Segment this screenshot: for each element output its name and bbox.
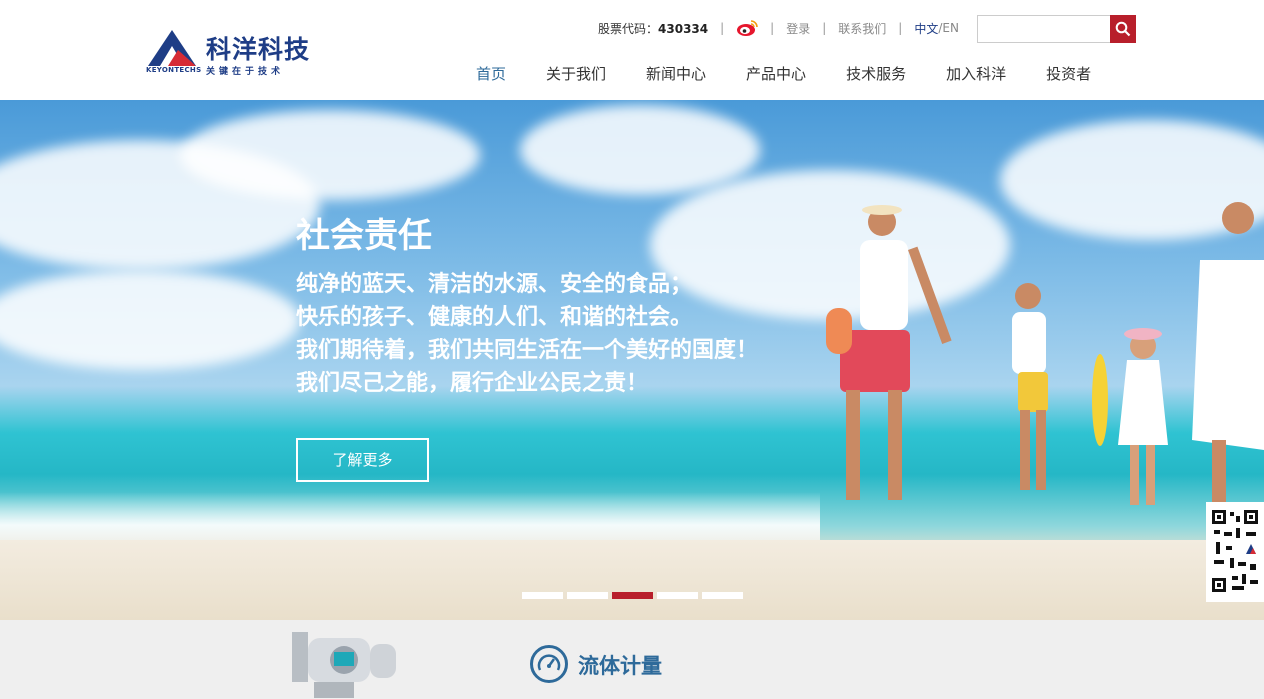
nav-news[interactable]: 新闻中心 [626, 60, 726, 88]
slider-pagination [522, 592, 743, 599]
search-input[interactable] [977, 15, 1110, 43]
site-header: 科洋科技 KEYONTECHS 关键在于技术 股票代码：430334 | | 登… [0, 0, 1264, 100]
banner-title: 社会责任 [296, 216, 432, 256]
site-logo[interactable]: 科洋科技 KEYONTECHS 关键在于技术 [146, 26, 346, 77]
login-link[interactable]: 登录 [786, 20, 810, 37]
nav-join[interactable]: 加入科洋 [926, 60, 1026, 88]
slider-dot-3[interactable] [612, 592, 653, 599]
main-nav: 首页 关于我们 新闻中心 产品中心 技术服务 加入科洋 投资者 [456, 60, 1111, 88]
slider-dot-4[interactable] [657, 592, 698, 599]
banner-line: 纯净的蓝天、清洁的水源、安全的食品； [296, 272, 693, 297]
nav-about[interactable]: 关于我们 [526, 60, 626, 88]
stock-code: 股票代码：430334 [598, 20, 708, 37]
flowmeter-product-image [292, 632, 396, 698]
stock-number: 430334 [658, 21, 709, 36]
learn-more-button[interactable]: 了解更多 [296, 438, 429, 482]
logo-name: 科洋科技 [206, 35, 311, 64]
banner-line: 我们期待着，我们共同生活在一个美好的国度！ [296, 338, 759, 363]
nav-home[interactable]: 首页 [456, 60, 526, 88]
cloud [180, 110, 480, 200]
nav-products[interactable]: 产品中心 [726, 60, 826, 88]
weibo-icon[interactable] [736, 19, 758, 37]
hero-banner: 社会责任 纯净的蓝天、清洁的水源、安全的食品； 快乐的孩子、健康的人们、和谐的社… [0, 100, 1264, 620]
logo-slogan: 关键在于技术 [206, 67, 285, 77]
divider: | [822, 21, 827, 35]
lang-en-link[interactable]: EN [942, 21, 959, 35]
lang-cn-link[interactable]: 中文 [914, 20, 938, 37]
banner-line: 快乐的孩子、健康的人们、和谐的社会。 [296, 305, 693, 330]
business-section: 流体计量 [0, 620, 1264, 699]
divider: | [898, 21, 903, 35]
divider: | [770, 21, 775, 35]
cloud [520, 105, 760, 195]
banner-line: 我们尽己之能，履行企业公民之责！ [296, 371, 649, 396]
slider-dot-5[interactable] [702, 592, 743, 599]
search-box [977, 15, 1136, 43]
section-title: 流体计量 [578, 654, 662, 678]
nav-services[interactable]: 技术服务 [826, 60, 926, 88]
divider: | [720, 21, 725, 35]
top-bar: 股票代码：430334 | | 登录 | 联系我们 | 中文 / EN [598, 18, 959, 38]
flow-gauge-icon [530, 645, 568, 683]
banner-text: 纯净的蓝天、清洁的水源、安全的食品； 快乐的孩子、健康的人们、和谐的社会。 我们… [296, 268, 758, 400]
slider-dot-2[interactable] [567, 592, 608, 599]
family-photo [826, 202, 1264, 560]
nav-investors[interactable]: 投资者 [1026, 60, 1111, 88]
slider-dot-1[interactable] [522, 592, 563, 599]
search-icon [1115, 21, 1131, 37]
contact-link[interactable]: 联系我们 [838, 20, 886, 37]
qr-code[interactable] [1206, 502, 1264, 602]
logo-mark-icon [148, 30, 196, 66]
qr-code-icon [1210, 508, 1260, 596]
search-button[interactable] [1110, 15, 1136, 43]
logo-en: KEYONTECHS [146, 66, 202, 74]
cloud [0, 270, 300, 370]
stock-label: 股票代码： [598, 21, 659, 36]
